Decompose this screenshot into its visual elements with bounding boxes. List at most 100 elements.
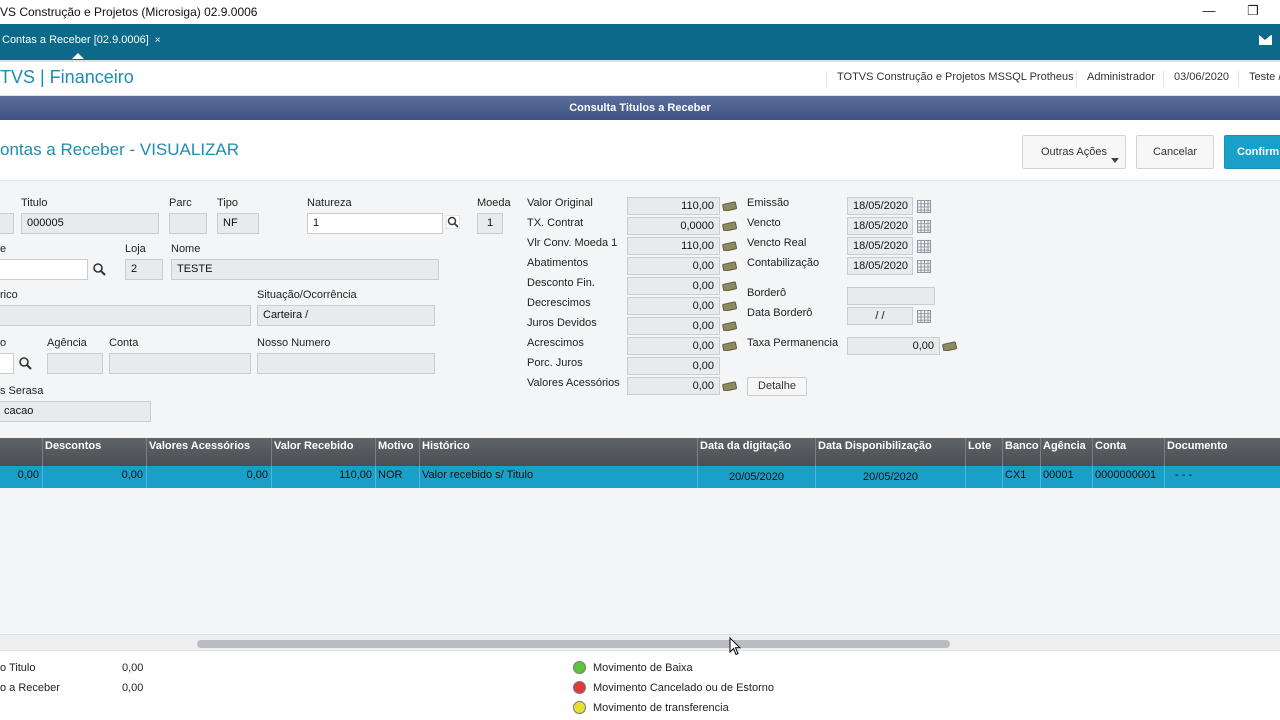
table-cell: 0000000001 — [1093, 466, 1165, 488]
column-header-valor-recebido[interactable]: Valor Recebido — [272, 438, 376, 466]
titulo-field[interactable]: 000005 — [21, 213, 159, 234]
vencto-real-field[interactable]: 18/05/2020 — [847, 237, 913, 255]
tab-bar: Contas a Receber [02.9.0006] × — [0, 24, 1280, 60]
vlr-conv-moeda-label: Vlr Conv. Moeda 1 — [527, 237, 618, 249]
column-header-banco[interactable]: Banco — [1003, 438, 1041, 466]
situacao-field[interactable]: Carteira / — [257, 305, 435, 326]
acrescimos-field[interactable]: 0,00 — [627, 337, 720, 355]
data-bordero-label: Data Borderô — [747, 307, 813, 319]
loja-field[interactable]: 2 — [125, 259, 163, 280]
table-row[interactable]: 0,00 0,00 0,00 110,00 NOR Valor recebido… — [0, 466, 1280, 488]
money-icon[interactable] — [722, 301, 738, 311]
cliente-search-icon[interactable] — [92, 262, 106, 276]
emissao-field[interactable]: 18/05/2020 — [847, 197, 913, 215]
calendar-icon[interactable] — [917, 220, 931, 233]
legend-baixa: Movimento de Baixa — [593, 662, 693, 674]
money-icon[interactable] — [722, 321, 738, 331]
calendar-icon[interactable] — [917, 240, 931, 253]
cliente-field[interactable] — [0, 259, 88, 280]
column-header-data-digitacao[interactable]: Data da digitação — [698, 438, 816, 466]
money-icon[interactable] — [942, 341, 958, 351]
conta-field[interactable] — [109, 353, 251, 374]
table-cell: 0,00 — [43, 466, 147, 488]
desconto-fin-label: Desconto Fin. — [527, 277, 595, 289]
historico-field[interactable] — [0, 305, 251, 326]
detail-button[interactable]: Detalhe — [747, 377, 807, 396]
header-user[interactable]: Administrador — [1076, 71, 1155, 87]
green-status-icon — [573, 661, 586, 674]
column-header-valores-acessorios[interactable]: Valores Acessórios — [147, 438, 272, 466]
column-header-agencia[interactable]: Agência — [1041, 438, 1093, 466]
calendar-icon[interactable] — [917, 310, 931, 323]
total-receber-value: 0,00 — [122, 682, 144, 694]
grid-body — [0, 488, 1280, 634]
natureza-lookup-icon[interactable] — [446, 215, 460, 229]
scrollbar-thumb[interactable] — [197, 640, 950, 648]
money-icon[interactable] — [722, 281, 738, 291]
data-bordero-field[interactable]: / / — [847, 307, 913, 325]
portador-field[interactable] — [0, 353, 14, 374]
historico-label: rico — [0, 289, 18, 301]
emissao-label: Emissão — [747, 197, 790, 209]
porc-juros-field[interactable]: 0,00 — [627, 357, 720, 375]
mail-icon[interactable] — [1259, 35, 1272, 45]
column-header-motivo[interactable]: Motivo — [376, 438, 420, 466]
money-icon[interactable] — [722, 341, 738, 351]
column-header-data-disponibilizacao[interactable]: Data Disponibilização — [816, 438, 966, 466]
tipo-field[interactable]: NF — [217, 213, 259, 234]
juros-devidos-field[interactable]: 0,00 — [627, 317, 720, 335]
nome-field[interactable]: TESTE — [171, 259, 439, 280]
money-icon[interactable] — [722, 261, 738, 271]
tab-close-icon[interactable]: × — [155, 35, 161, 46]
filial-field[interactable] — [0, 213, 14, 234]
header-environment[interactable]: Teste / — [1238, 71, 1280, 87]
bordero-field[interactable] — [847, 287, 935, 305]
desconto-fin-field[interactable]: 0,00 — [627, 277, 720, 295]
decrescimos-field[interactable]: 0,00 — [627, 297, 720, 315]
money-icon[interactable] — [722, 201, 738, 211]
vencto-field[interactable]: 18/05/2020 — [847, 217, 913, 235]
tx-contrat-field[interactable]: 0,0000 — [627, 217, 720, 235]
porc-juros-label: Porc. Juros — [527, 357, 583, 369]
table-cell: CX1 — [1003, 466, 1041, 488]
serasa-field[interactable]: cacao — [0, 401, 151, 422]
cancel-button[interactable]: Cancelar — [1136, 135, 1214, 169]
vencto-label: Vencto — [747, 217, 781, 229]
contabilizacao-field[interactable]: 18/05/2020 — [847, 257, 913, 275]
maximize-button[interactable]: ❐ — [1238, 2, 1268, 22]
contabilizacao-label: Contabilização — [747, 257, 820, 269]
tab-pointer-icon — [72, 53, 84, 59]
table-cell: NOR — [376, 466, 420, 488]
app-header: TVS | Financeiro TOTVS Construção e Proj… — [0, 62, 1280, 96]
calendar-icon[interactable] — [917, 260, 931, 273]
column-header[interactable] — [0, 438, 43, 466]
grid-header: Descontos Valores Acessórios Valor Receb… — [0, 438, 1280, 466]
portador-search-icon[interactable] — [18, 356, 32, 370]
column-header-documento[interactable]: Documento — [1165, 438, 1280, 466]
money-icon[interactable] — [722, 221, 738, 231]
minimize-button[interactable]: — — [1194, 2, 1224, 22]
vlr-conv-moeda-field[interactable]: 110,00 — [627, 237, 720, 255]
nosso-numero-field[interactable] — [257, 353, 435, 374]
natureza-field[interactable]: 1 — [307, 213, 443, 234]
moeda-field[interactable]: 1 — [477, 213, 503, 234]
column-header-conta[interactable]: Conta — [1093, 438, 1165, 466]
calendar-icon[interactable] — [917, 200, 931, 213]
taxa-permanencia-label: Taxa Permanencia — [747, 337, 839, 349]
agencia-field[interactable] — [47, 353, 103, 374]
other-actions-button[interactable]: Outras Ações — [1022, 135, 1126, 169]
column-header-descontos[interactable]: Descontos — [43, 438, 147, 466]
confirm-button[interactable]: Confirm — [1224, 135, 1280, 169]
column-header-lote[interactable]: Lote — [966, 438, 1003, 466]
tx-contrat-label: TX. Contrat — [527, 217, 584, 229]
money-icon[interactable] — [722, 241, 738, 251]
valor-original-field[interactable]: 110,00 — [627, 197, 720, 215]
taxa-permanencia-field[interactable]: 0,00 — [847, 337, 940, 355]
valores-acessorios-field[interactable]: 0,00 — [627, 377, 720, 395]
money-icon[interactable] — [722, 381, 738, 391]
parc-field[interactable] — [169, 213, 207, 234]
column-header-historico[interactable]: Histórico — [420, 438, 698, 466]
abatimentos-field[interactable]: 0,00 — [627, 257, 720, 275]
bordero-label: Borderô — [747, 287, 787, 299]
horizontal-scrollbar[interactable] — [0, 634, 1280, 651]
